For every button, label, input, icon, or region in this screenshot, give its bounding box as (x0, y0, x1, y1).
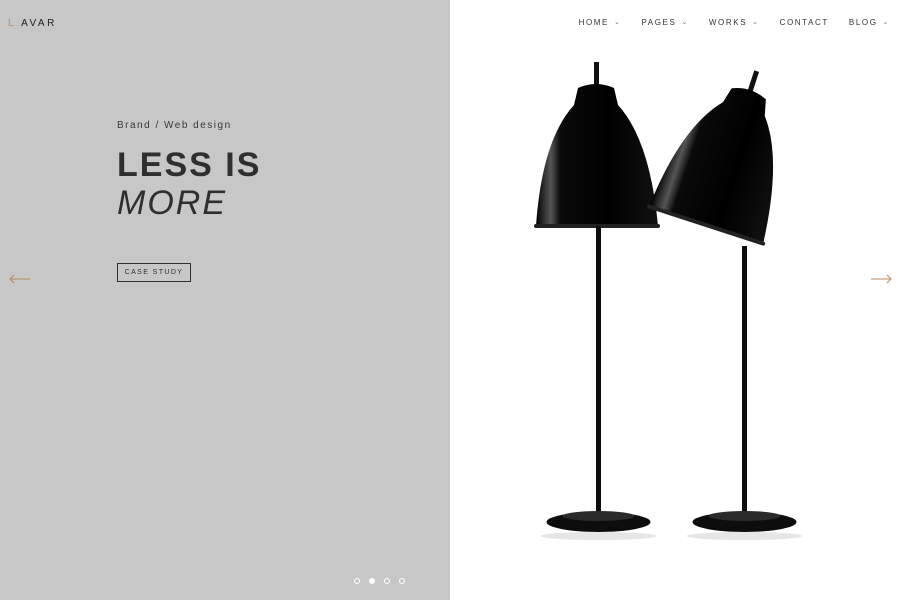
nav-item-contact[interactable]: CONTACT (780, 18, 829, 27)
hero-title: LESS IS (117, 146, 262, 184)
nav-item-blog[interactable]: BLOG ⌄ (849, 18, 890, 27)
hero-left-panel (0, 0, 450, 600)
nav-item-home[interactable]: HOME ⌄ (579, 18, 622, 27)
chevron-down-icon: ⌄ (752, 18, 760, 26)
nav-item-label: PAGES (641, 18, 677, 27)
slider-pagination (354, 578, 405, 584)
chevron-down-icon: ⌄ (681, 18, 689, 26)
slider-dot[interactable] (399, 578, 405, 584)
case-study-button[interactable]: CASE STUDY (117, 263, 191, 282)
lamp-right (647, 70, 803, 540)
slider-dot-active[interactable] (369, 578, 375, 584)
nav-item-works[interactable]: WORKS ⌄ (709, 18, 760, 27)
nav-item-label: HOME (578, 18, 609, 27)
nav-item-pages[interactable]: PAGES ⌄ (641, 18, 688, 27)
chevron-down-icon: ⌄ (882, 18, 890, 26)
lamp-left (534, 62, 660, 540)
arrow-left-icon[interactable] (9, 273, 31, 285)
site-logo[interactable]: L.AVAR (8, 18, 57, 29)
chevron-down-icon: ⌄ (613, 18, 622, 26)
floor-lamps-image (534, 62, 803, 540)
hero-kicker: Brand / Web design (117, 120, 232, 131)
slider-dot[interactable] (384, 578, 390, 584)
logo-text: AVAR (21, 18, 57, 29)
nav-item-label: CONTACT (779, 18, 829, 27)
logo-initial: L (8, 18, 17, 29)
arrow-right-icon[interactable] (870, 273, 892, 285)
slider-dot[interactable] (354, 578, 360, 584)
nav-item-label: BLOG (848, 18, 878, 27)
main-nav: HOME ⌄ PAGES ⌄ WORKS ⌄ CONTACT BLOG ⌄ (579, 18, 890, 27)
hero-title-italic: MORE (117, 184, 227, 222)
nav-item-label: WORKS (708, 18, 748, 27)
